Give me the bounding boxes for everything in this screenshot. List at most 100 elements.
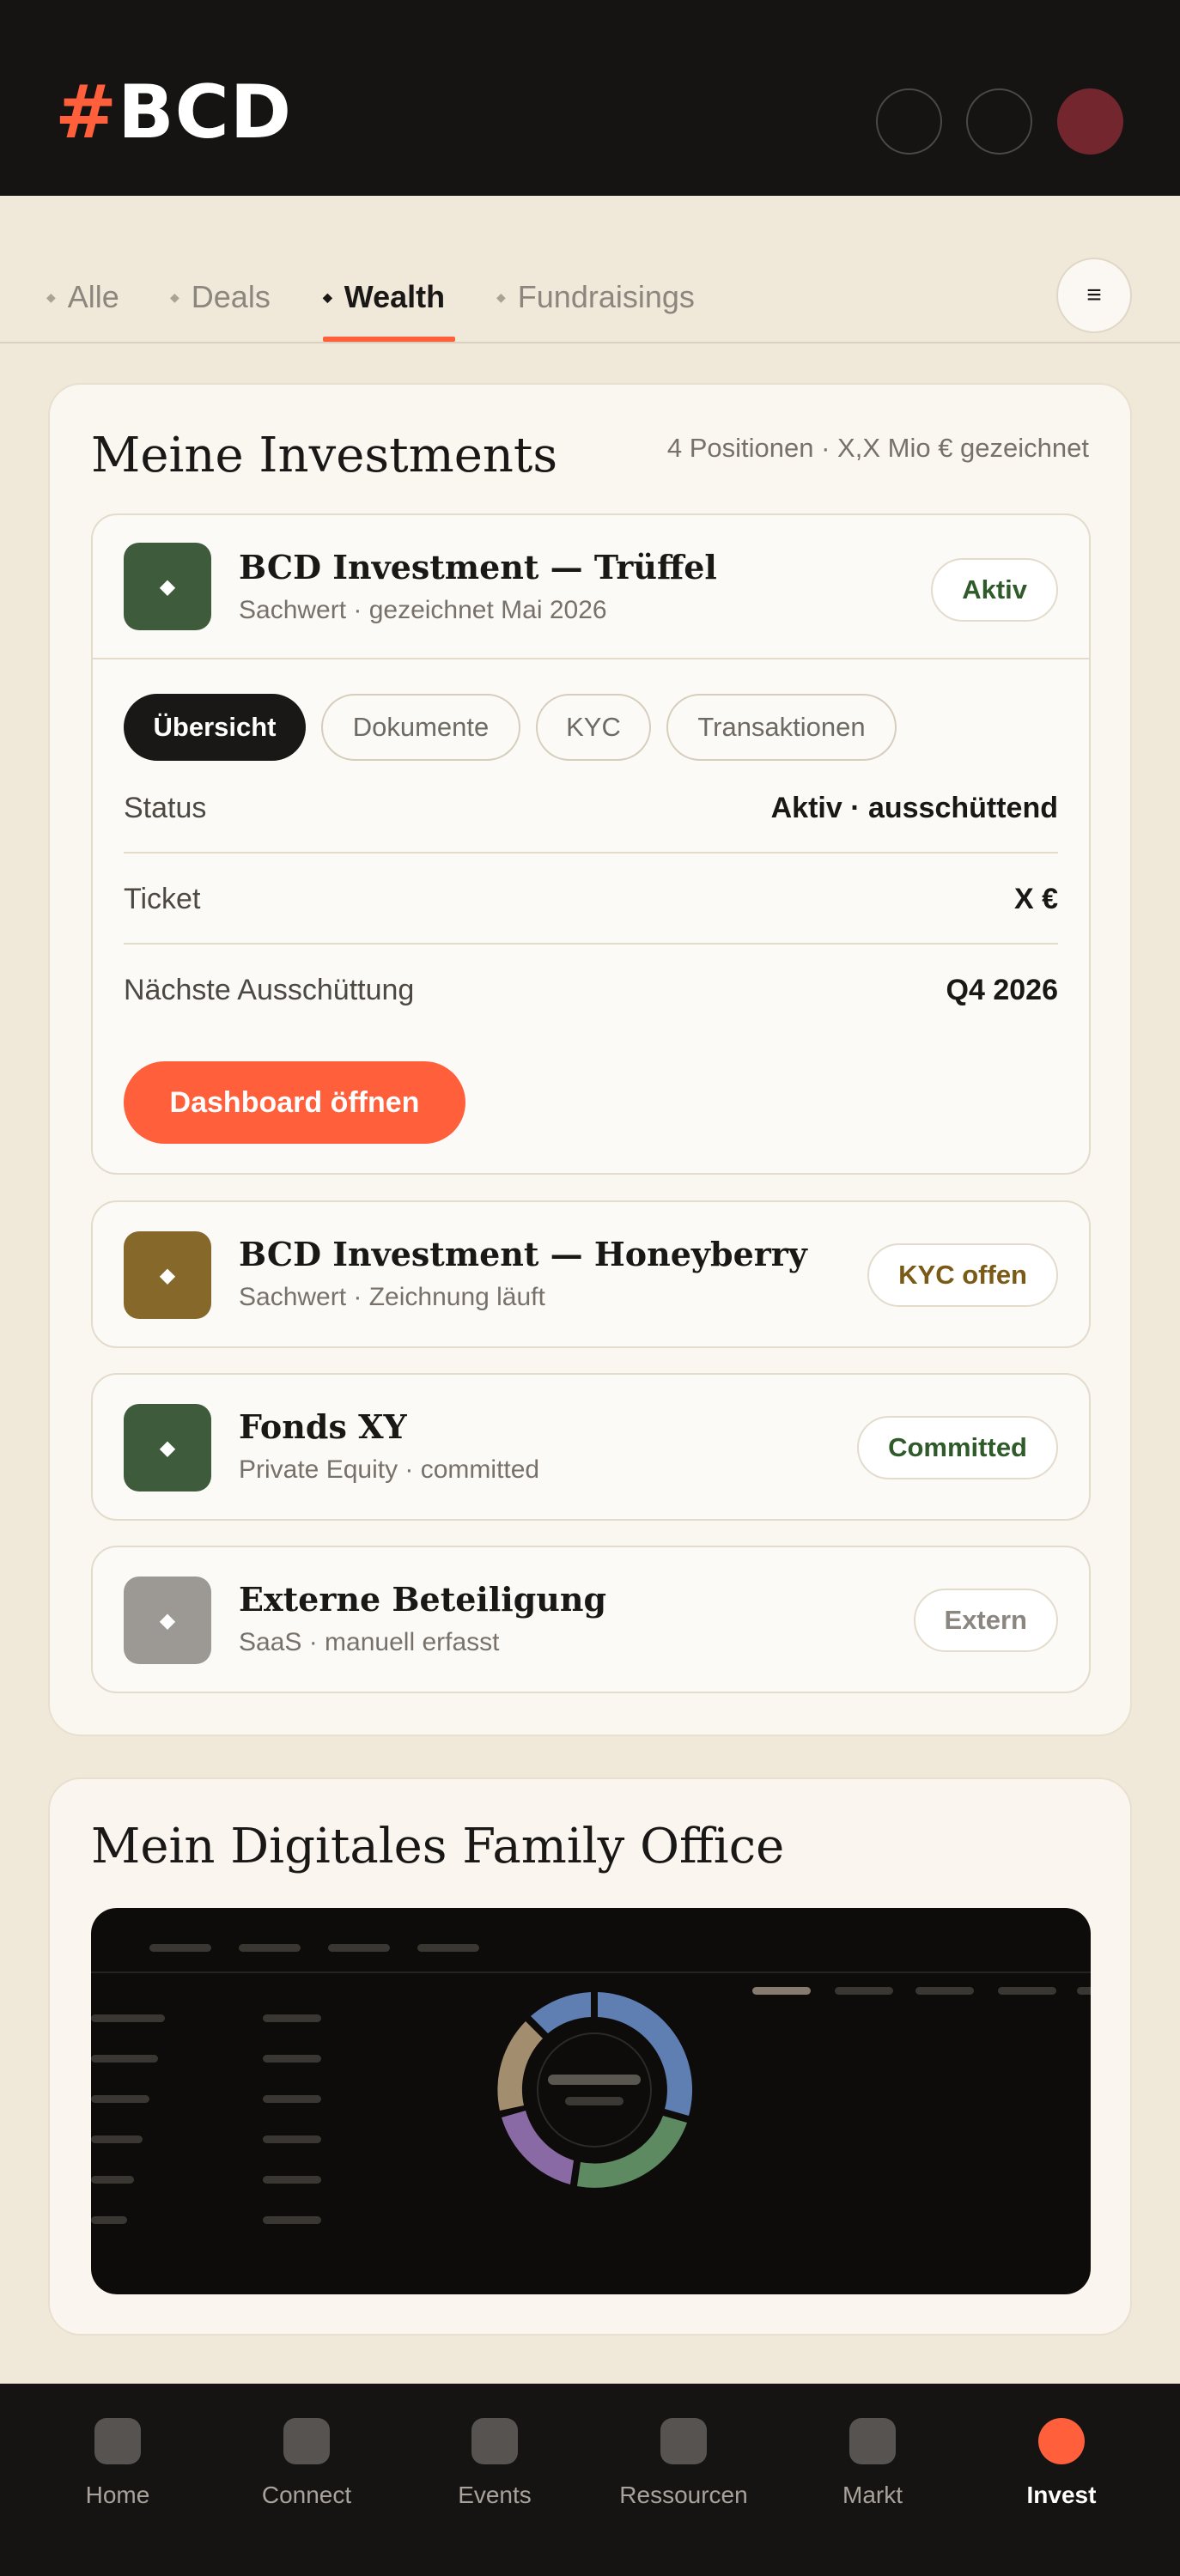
status-badge: Extern [913,1589,1058,1652]
investment-item-honeyberry[interactable]: ◆ BCD Investment — Honeyberry Sachwert ·… [91,1200,1091,1348]
status-badge: Aktiv [931,558,1058,622]
investment-name: Externe Beteiligung [239,1580,607,1619]
investment-subtitle: Sachwert · gezeichnet Mai 2026 [239,596,607,624]
investment-icon: ◆ [124,1231,211,1319]
donut-segment [502,2111,574,2184]
section-title: Meine Investments [91,428,558,483]
investment-icon: ◆ [124,543,211,630]
preview-list-bar [91,2055,158,2063]
open-dashboard-button[interactable]: Dashboard öffnen [124,1061,465,1144]
subtab-kyc[interactable]: KYC [536,694,651,761]
preview-nav-bar [239,1944,301,1952]
preview-nav-bar [417,1944,479,1952]
diamond-icon: ◆ [496,289,506,304]
menu-button[interactable]: ≡ [1056,258,1132,333]
nav-events[interactable]: Events [409,2418,581,2509]
donut-segment [497,2021,543,2111]
divider [93,658,1089,659]
menu-icon: ≡ [1086,281,1102,309]
divider [124,852,1058,854]
investment-subtitle: Private Equity · committed [239,1455,540,1484]
tab-label: Wealth [344,279,446,314]
preview-list-bar [263,2014,321,2022]
nav-label: Invest [1026,2482,1097,2508]
tab-label: Deals [191,279,271,314]
investment-name: BCD Investment — Trüffel [239,548,717,586]
investment-item-trueffel[interactable]: ◆ BCD Investment — Trüffel Sachwert · ge… [91,513,1091,1175]
diamond-icon: ◆ [170,289,179,304]
investments-summary: 4 Positionen · X,X Mio € gezeichnet [666,433,1089,463]
profile-avatar[interactable] [1057,88,1123,155]
status-badge: Committed [857,1416,1058,1479]
detail-value: Q4 2026 [946,974,1058,1006]
brand-logo[interactable]: #BCD [55,76,292,149]
investments-card: Meine Investments 4 Positionen · X,X Mio… [48,383,1132,1736]
dashboard-preview[interactable] [91,1908,1091,2294]
investment-item-extern[interactable]: ◆ Externe Beteiligung SaaS · manuell erf… [91,1546,1091,1693]
logo-name: BCD [118,70,293,155]
investment-icon: ◆ [124,1404,211,1492]
diamond-icon: ◆ [323,289,332,304]
active-tab-indicator [323,337,455,342]
investment-subtitle: SaaS · manuell erfasst [239,1628,500,1656]
detail-value: Aktiv · ausschüttend [770,792,1058,824]
family-office-card: Mein Digitales Family Office [48,1777,1132,2336]
donut-segment [577,2116,687,2188]
bottom-navigation: Home Connect Events Ressourcen Markt Inv… [0,2384,1180,2576]
events-icon [471,2418,518,2464]
nav-ressourcen[interactable]: Ressourcen [598,2418,769,2509]
nav-label: Connect [261,2482,352,2508]
subtab-uebersicht[interactable]: Übersicht [124,694,306,761]
preview-list-bar [263,2216,321,2224]
investment-item-fonds-xy[interactable]: ◆ Fonds XY Private Equity · committed Co… [91,1373,1091,1521]
nav-home[interactable]: Home [32,2418,204,2509]
tab-label: Fundraisings [517,279,695,314]
resources-icon [660,2418,707,2464]
preview-nav-bar [149,1944,211,1952]
market-icon [849,2418,896,2464]
logo-hash: # [55,70,119,155]
preview-divider [91,1971,1091,1973]
preview-list-bar [91,2216,127,2224]
nav-markt[interactable]: Markt [787,2418,958,2509]
nav-invest[interactable]: Invest [976,2418,1147,2509]
preview-tab-bar [998,1987,1056,1995]
investment-name: Fonds XY [239,1407,407,1446]
header-action-button-1[interactable] [876,88,942,155]
preview-tab-bar [835,1987,893,1995]
donut-segment [531,1992,591,2033]
portfolio-donut [497,1992,693,2188]
section-title: Mein Digitales Family Office [91,1819,785,1874]
detail-label: Ticket [124,883,201,915]
nav-label: Home [85,2482,150,2508]
subtab-dokumente[interactable]: Dokumente [321,694,520,761]
invest-icon [1038,2418,1085,2464]
preview-list-bar [91,2014,165,2022]
status-badge: KYC offen [867,1243,1058,1307]
preview-list-bar [263,2136,321,2143]
nav-connect[interactable]: Connect [221,2418,392,2509]
header-action-button-2[interactable] [966,88,1032,155]
donut-inner-ring [537,2032,652,2148]
tab-deals[interactable]: ◆ Deals [170,276,271,319]
subtab-transaktionen[interactable]: Transaktionen [666,694,897,761]
donut-label-bar [565,2097,623,2105]
home-icon [94,2418,141,2464]
connect-icon [283,2418,330,2464]
detail-value: X € [1013,883,1058,915]
preview-list-bar [91,2136,143,2143]
detail-label: Status [124,792,207,824]
tab-fundraisings[interactable]: ◆ Fundraisings [496,276,695,319]
preview-list-bar [263,2176,321,2184]
tab-wealth[interactable]: ◆ Wealth [323,276,445,319]
preview-list-bar [91,2176,134,2184]
divider [124,943,1058,945]
nav-label: Markt [842,2482,903,2508]
tab-alle[interactable]: ◆ Alle [46,276,119,319]
preview-tab-bar [1077,1987,1091,1995]
preview-tab-bar [915,1987,974,1995]
preview-tab-bar [752,1987,811,1995]
filter-tabs: ◆ Alle ◆ Deals ◆ Wealth ◆ Fundraisings ≡ [0,196,1180,343]
tab-label: Alle [67,279,119,314]
donut-label-bar [548,2075,641,2085]
